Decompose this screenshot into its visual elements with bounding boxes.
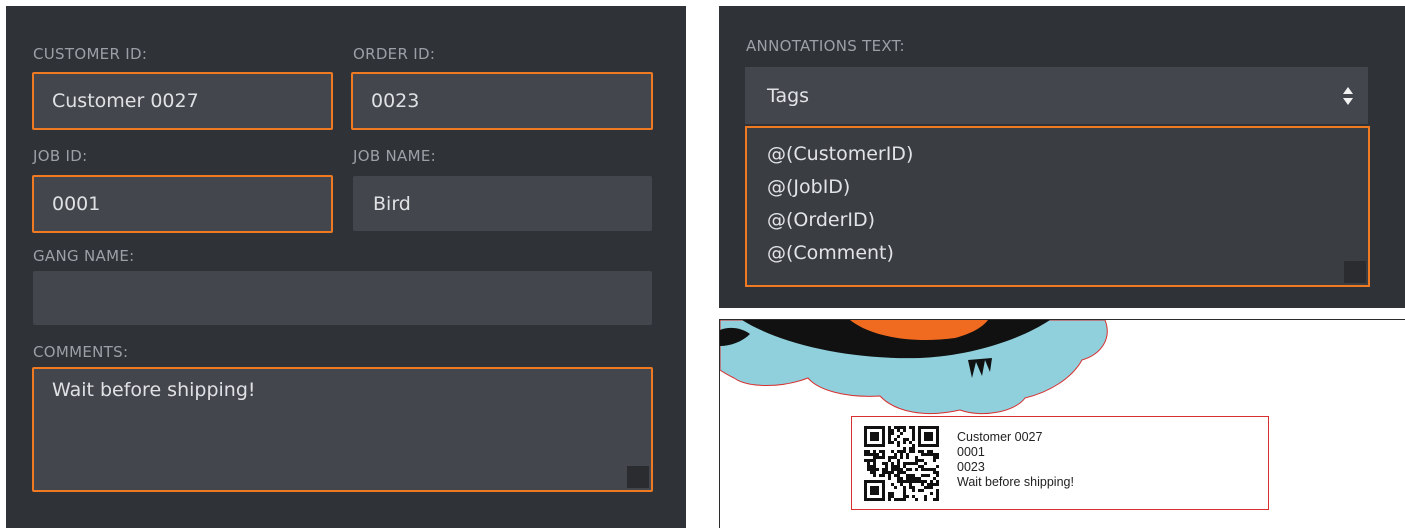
qr-code-icon (864, 426, 939, 501)
annotations-tags-select[interactable]: Tags (745, 67, 1368, 124)
annotation-line: @(OrderID) (767, 209, 876, 231)
label-line: Wait before shipping! (957, 475, 1074, 489)
comments-label: COMMENTS: (33, 343, 129, 361)
job-id-value: 0001 (52, 193, 101, 215)
annotation-line: @(JobID) (767, 176, 851, 198)
label-line: Customer 0027 (957, 430, 1043, 444)
comments-textarea[interactable]: Wait before shipping! (32, 367, 653, 492)
customer-id-label: CUSTOMER ID: (33, 45, 148, 63)
comments-resize-handle[interactable] (627, 466, 649, 488)
label-line: 0023 (957, 460, 985, 474)
job-name-value: Bird (373, 192, 411, 215)
label-text-block: Customer 0027 0001 0023 Wait before ship… (957, 430, 1074, 490)
job-name-input[interactable]: Bird (353, 176, 652, 231)
customer-id-value: Customer 0027 (52, 90, 199, 112)
annotations-resize-handle[interactable] (1344, 261, 1366, 283)
annotation-line: @(Comment) (767, 242, 894, 264)
tags-select-value: Tags (767, 84, 810, 107)
customer-id-input[interactable]: Customer 0027 (32, 72, 333, 130)
select-arrows-icon (1343, 87, 1353, 105)
gang-name-label: GANG NAME: (33, 247, 135, 265)
job-name-label: JOB NAME: (353, 147, 436, 165)
comments-value: Wait before shipping! (52, 379, 256, 401)
annotations-label: ANNOTATIONS TEXT: (746, 37, 905, 55)
label-box: Customer 0027 0001 0023 Wait before ship… (851, 416, 1269, 510)
label-line: 0001 (957, 445, 985, 459)
job-id-input[interactable]: 0001 (32, 175, 333, 233)
order-id-input[interactable]: 0023 (351, 72, 653, 130)
order-id-label: ORDER ID: (353, 45, 436, 63)
job-id-label: JOB ID: (33, 147, 88, 165)
annotation-line: @(CustomerID) (767, 143, 914, 165)
gang-name-input[interactable] (33, 271, 652, 325)
annotations-textarea[interactable]: @(CustomerID) @(JobID) @(OrderID) @(Comm… (745, 126, 1370, 287)
order-id-value: 0023 (371, 90, 420, 112)
